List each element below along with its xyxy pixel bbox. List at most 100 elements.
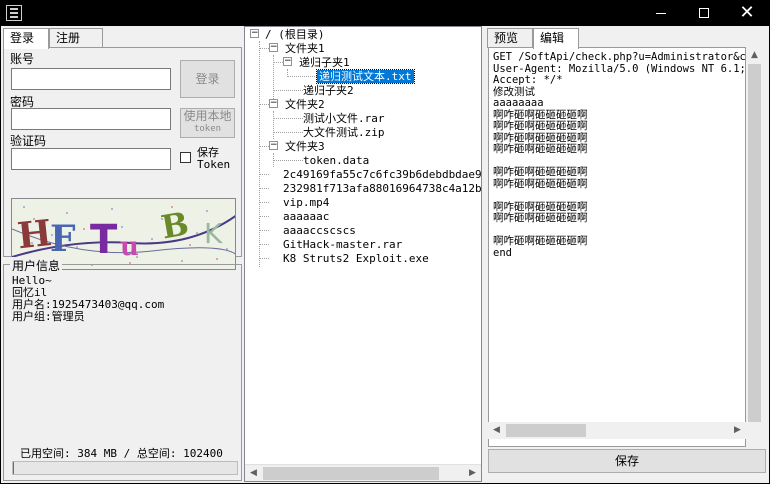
use-local-token-label: 使用本地 [183,109,232,123]
tree-root[interactable]: / (根目录) [265,28,325,41]
tree-file-selected[interactable]: 递归测试文本.txt [316,69,415,84]
scrollbar-corner [746,422,763,439]
minimize-icon [656,12,666,14]
scroll-left-icon[interactable]: ◀ [245,465,262,481]
close-icon: ✕ [739,2,755,23]
tree-line [259,202,269,203]
tree-subfolder-2[interactable]: 递归子夹2 [303,84,354,97]
tree-folder-2[interactable]: 文件夹2 [285,98,325,111]
editor-line: 啊咋砸啊砸砸砸砸啊 [493,212,588,224]
password-input[interactable] [11,108,171,130]
tab-register[interactable]: 注册 [49,28,103,48]
editor-line: GET /SoftApi/check.php?u=Administrator&c… [493,51,746,63]
scroll-thumb[interactable] [263,467,439,480]
captcha-char-3: T [90,217,118,263]
client-area: 登录 注册 账号 密码 验证码 登录 使用本地 token 保存 Token H… [1,26,769,483]
editor-line: 啊咋砸啊砸砸砸砸啊 [493,177,588,190]
editor-textarea[interactable]: GET /SoftApi/check.php?u=Administrator&c… [488,47,746,447]
account-label: 账号 [10,52,35,66]
user-info-group: 用户信息 Hello~ 回忆il 用户名:1925473403@qq.com 用… [3,257,242,481]
maximize-icon [699,8,709,18]
tree-line [259,48,269,49]
tree-line [273,111,274,139]
login-panel: 账号 密码 验证码 登录 使用本地 token 保存 Token H F T u… [3,47,242,270]
editor-line: end [493,246,512,259]
tab-login[interactable]: 登录 [3,28,49,49]
use-local-token-button[interactable]: 使用本地 token [180,108,235,138]
scroll-right-icon[interactable]: ▶ [464,465,481,481]
save-token-checkbox[interactable] [180,152,191,163]
editor-content[interactable]: GET /SoftApi/check.php?u=Administrator&c… [493,51,746,259]
user-group-text: 用户组:管理员 [12,310,85,323]
collapse-icon[interactable]: − [269,43,278,52]
tree-line [287,76,317,77]
tree-line [259,104,269,105]
tree-file[interactable]: 232981f713afa88016964738c4a12b07_ [283,182,481,195]
tree-file[interactable]: 2c49169fa55c7c6fc39b6debdbdae979_ [283,168,481,181]
editor-line: aaaaaaaa [493,97,544,109]
tree-file[interactable]: 大文件测试.zip [303,126,385,139]
file-tree[interactable]: − / (根目录) − 文件夹1 − 递归子夹1 递归测试文本.txt 递归子夹… [244,26,482,482]
tree-folder-3[interactable]: 文件夹3 [285,140,325,153]
tree-line [259,258,269,259]
collapse-icon[interactable]: − [283,57,292,66]
editor-line: 啊咋砸啊砸砸砸砸啊 [493,235,588,247]
scroll-right-icon[interactable]: ▶ [729,422,746,439]
tree-file[interactable]: 测试小文件.rar [303,112,385,125]
collapse-icon[interactable]: − [269,141,278,150]
captcha-char-4: u [120,232,139,262]
tree-line [273,90,303,91]
tree-line [273,118,303,119]
tree-horizontal-scrollbar[interactable]: ◀ ▶ [245,464,481,481]
storage-progress-fill [13,462,14,474]
tree-subfolder-1[interactable]: 递归子夹1 [299,56,350,69]
tree-file[interactable]: K8 Struts2 Exploit.exe [283,252,429,265]
collapse-icon[interactable]: − [250,29,259,38]
close-button[interactable]: ✕ [724,0,770,26]
tree-line [259,188,269,189]
use-local-token-sublabel: token [193,124,222,134]
save-token-label-line2: Token [197,158,231,171]
tree-line [259,216,269,217]
save-token-label: 保存 Token [197,147,230,171]
tree-line [259,230,269,231]
captcha-input[interactable] [11,148,171,170]
editor-horizontal-scrollbar[interactable]: ◀ ▶ [488,422,746,439]
title-bar: ✕ [0,0,770,26]
account-input[interactable] [11,68,171,90]
tab-edit[interactable]: 编辑 [533,28,579,49]
tree-file[interactable]: aaaaccscscs [283,224,356,237]
captcha-char-6: K [204,217,223,250]
tree-file[interactable]: aaaaaac [283,210,329,223]
maximize-button[interactable] [681,0,727,26]
minimize-button[interactable] [638,0,684,26]
scroll-thumb[interactable] [506,424,586,437]
editor-line: 啊咋砸啊砸砸砸砸啊 [493,120,588,132]
tree-folder-1[interactable]: 文件夹1 [285,42,325,55]
tree-file[interactable]: token.data [303,154,369,167]
editor-line: 啊咋砸啊砸砸砸砸啊 [493,166,588,178]
tree-line [259,146,269,147]
save-button[interactable]: 保存 [488,449,766,473]
tree-line [273,160,303,161]
collapse-icon[interactable]: − [269,99,278,108]
tree-line [273,132,303,133]
tree-line [259,244,269,245]
editor-vertical-scrollbar[interactable]: ▲ [746,47,763,447]
tree-line [273,62,283,63]
tree-line [259,41,260,267]
editor-line: Accept: */* [493,74,563,86]
captcha-label: 验证码 [10,134,47,148]
tree-file[interactable]: GitHack-master.rar [283,238,402,251]
scroll-thumb[interactable] [748,64,761,430]
editor-line: 啊咋砸啊砸砸砸砸啊 [493,143,588,155]
login-button[interactable]: 登录 [180,60,235,98]
user-info-legend: 用户信息 [10,257,63,274]
captcha-char-1: H [15,212,53,257]
tree-line [259,174,269,175]
tab-preview[interactable]: 预览 [487,28,533,48]
scroll-left-icon[interactable]: ◀ [488,422,505,439]
scroll-up-icon[interactable]: ▲ [746,47,763,64]
tree-file[interactable]: vip.mp4 [283,196,329,209]
